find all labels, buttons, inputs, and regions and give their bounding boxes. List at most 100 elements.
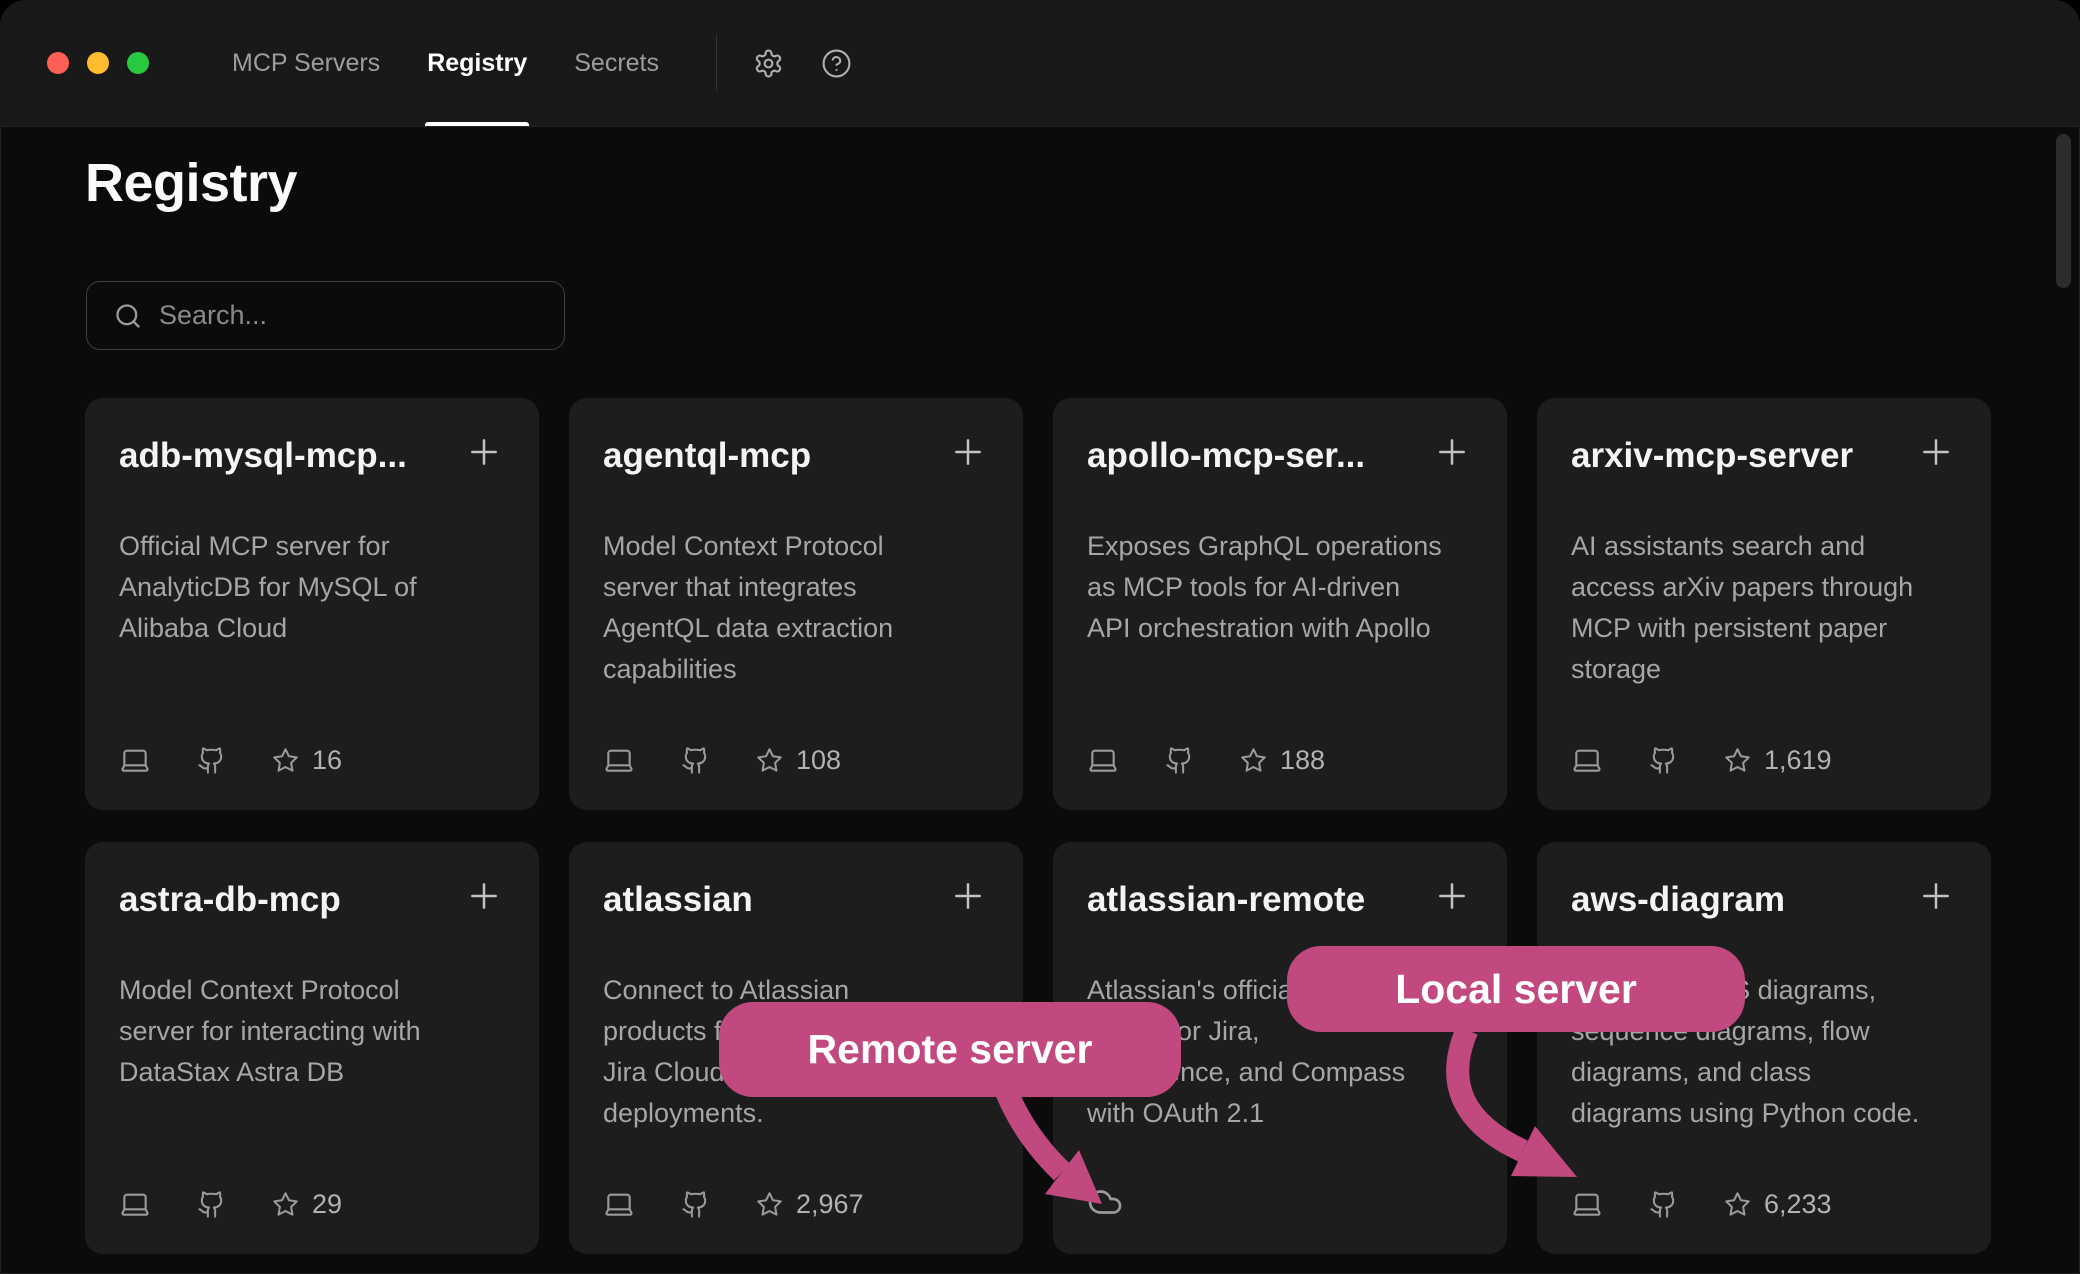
server-description: AI assistants search andaccess arXiv pap… <box>1571 526 1957 690</box>
card-header: atlassian-remote <box>1087 876 1473 920</box>
star-icon <box>1240 747 1267 774</box>
card-header: atlassian <box>603 876 989 920</box>
toolbar-divider <box>716 35 717 91</box>
star-icon <box>756 1191 783 1218</box>
github-icon[interactable] <box>1649 746 1678 775</box>
card-header: astra-db-mcp <box>119 876 505 920</box>
star-count: 16 <box>272 745 342 776</box>
github-icon[interactable] <box>681 746 710 775</box>
card-header: aws-diagram <box>1571 876 1957 920</box>
settings-button[interactable] <box>745 40 791 86</box>
laptop-icon <box>1571 1188 1603 1220</box>
laptop-icon <box>1571 744 1603 776</box>
github-icon[interactable] <box>1649 1190 1678 1219</box>
star-icon <box>272 1191 299 1218</box>
search-input[interactable] <box>159 300 550 331</box>
registry-grid: adb-mysql-mcp... Official MCP server for… <box>85 398 1995 1254</box>
server-name: apollo-mcp-ser... <box>1087 436 1365 476</box>
card-footer: 2,967 <box>603 1188 989 1220</box>
server-name: aws-diagram <box>1571 880 1785 920</box>
card-header: apollo-mcp-ser... <box>1087 432 1473 476</box>
zoom-button[interactable] <box>127 52 149 74</box>
star-icon <box>1724 747 1751 774</box>
laptop-icon <box>603 1188 635 1220</box>
plus-icon <box>1432 432 1472 472</box>
card-footer: 1,619 <box>1571 744 1957 776</box>
card-footer: 108 <box>603 744 989 776</box>
server-description: Atlassian's official MCPserver for Jira,… <box>1087 970 1473 1134</box>
card-footer <box>1087 1184 1473 1220</box>
plus-icon <box>464 876 504 916</box>
card-header: adb-mysql-mcp... <box>119 432 505 476</box>
add-server-button[interactable] <box>463 876 505 918</box>
add-server-button[interactable] <box>1915 876 1957 918</box>
card-footer: 16 <box>119 744 505 776</box>
help-icon <box>821 48 852 79</box>
star-count: 188 <box>1240 745 1325 776</box>
server-description: Model Context Protocolserver for interac… <box>119 970 505 1093</box>
search-box[interactable] <box>86 281 565 350</box>
scrollbar-thumb[interactable] <box>2056 134 2071 288</box>
tab-bar: MCP Servers Registry Secrets <box>232 0 659 126</box>
server-name: astra-db-mcp <box>119 880 341 920</box>
star-count: 29 <box>272 1189 342 1220</box>
server-card[interactable]: apollo-mcp-ser... Exposes GraphQL operat… <box>1053 398 1507 810</box>
card-header: agentql-mcp <box>603 432 989 476</box>
add-server-button[interactable] <box>947 876 989 918</box>
star-count: 6,233 <box>1724 1189 1832 1220</box>
star-count: 108 <box>756 745 841 776</box>
laptop-icon <box>1087 744 1119 776</box>
server-description: Generate AWS diagrams,sequence diagrams,… <box>1571 970 1957 1134</box>
server-card[interactable]: agentql-mcp Model Context Protocolserver… <box>569 398 1023 810</box>
server-name: atlassian-remote <box>1087 880 1365 920</box>
card-footer: 6,233 <box>1571 1188 1957 1220</box>
add-server-button[interactable] <box>947 432 989 474</box>
minimize-button[interactable] <box>87 52 109 74</box>
github-icon[interactable] <box>197 746 226 775</box>
server-name: adb-mysql-mcp... <box>119 436 407 476</box>
add-server-button[interactable] <box>1915 432 1957 474</box>
plus-icon <box>1432 876 1472 916</box>
tab-mcp-servers[interactable]: MCP Servers <box>232 0 380 126</box>
github-icon[interactable] <box>681 1190 710 1219</box>
server-card[interactable]: arxiv-mcp-server AI assistants search an… <box>1537 398 1991 810</box>
help-button[interactable] <box>813 40 859 86</box>
server-description: Official MCP server forAnalyticDB for My… <box>119 526 505 649</box>
titlebar: MCP Servers Registry Secrets <box>0 0 2080 127</box>
star-icon <box>756 747 783 774</box>
server-card[interactable]: adb-mysql-mcp... Official MCP server for… <box>85 398 539 810</box>
tab-secrets[interactable]: Secrets <box>574 0 659 126</box>
plus-icon <box>1916 876 1956 916</box>
server-card[interactable]: aws-diagram Generate AWS diagrams,sequen… <box>1537 842 1991 1254</box>
server-card[interactable]: atlassian Connect to Atlassianproducts f… <box>569 842 1023 1254</box>
laptop-icon <box>119 1188 151 1220</box>
server-description: Model Context Protocolserver that integr… <box>603 526 989 690</box>
traffic-lights <box>47 52 149 74</box>
app-window: MCP Servers Registry Secrets Registry ad… <box>0 0 2080 1274</box>
add-server-button[interactable] <box>1431 432 1473 474</box>
plus-icon <box>1916 432 1956 472</box>
add-server-button[interactable] <box>1431 876 1473 918</box>
laptop-icon <box>119 744 151 776</box>
add-server-button[interactable] <box>463 432 505 474</box>
server-description: Connect to Atlassianproducts for bothJir… <box>603 970 989 1134</box>
github-icon[interactable] <box>1165 746 1194 775</box>
card-header: arxiv-mcp-server <box>1571 432 1957 476</box>
server-card[interactable]: atlassian-remote Atlassian's official MC… <box>1053 842 1507 1254</box>
plus-icon <box>948 432 988 472</box>
server-description: Exposes GraphQL operationsas MCP tools f… <box>1087 526 1473 649</box>
server-card[interactable]: astra-db-mcp Model Context Protocolserve… <box>85 842 539 1254</box>
cloud-icon <box>1087 1184 1123 1220</box>
server-name: arxiv-mcp-server <box>1571 436 1853 476</box>
close-button[interactable] <box>47 52 69 74</box>
star-icon <box>272 747 299 774</box>
plus-icon <box>948 876 988 916</box>
server-name: atlassian <box>603 880 753 920</box>
github-icon[interactable] <box>197 1190 226 1219</box>
star-count: 2,967 <box>756 1189 864 1220</box>
server-name: agentql-mcp <box>603 436 811 476</box>
card-footer: 29 <box>119 1188 505 1220</box>
tab-registry[interactable]: Registry <box>427 0 527 126</box>
search-icon <box>114 302 142 330</box>
star-count: 1,619 <box>1724 745 1832 776</box>
